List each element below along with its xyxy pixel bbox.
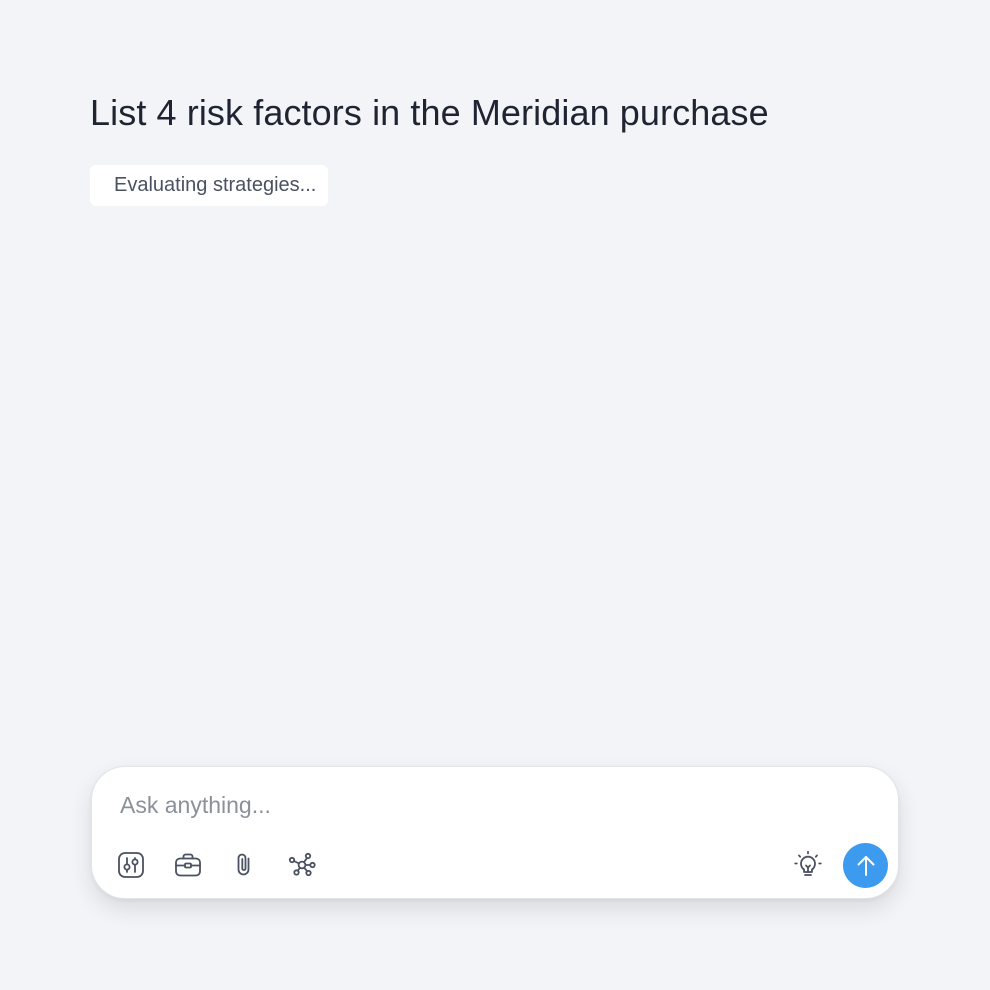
briefcase-button[interactable]: [171, 848, 205, 882]
status-indicator: Evaluating strategies...: [90, 165, 329, 206]
paperclip-icon: [237, 853, 250, 876]
briefcase-icon: [175, 853, 201, 877]
chat-composer: [91, 766, 899, 899]
status-text: Evaluating strategies...: [114, 174, 317, 196]
graph-network-icon: [288, 852, 316, 877]
chat-input[interactable]: [120, 787, 840, 823]
arrow-up-icon: [857, 855, 874, 876]
sliders-icon: [118, 852, 144, 878]
suggestions-button[interactable]: [791, 848, 825, 882]
lightbulb-icon: [794, 850, 822, 876]
connections-button[interactable]: [285, 848, 319, 882]
user-query: List 4 risk factors in the Meridian purc…: [90, 92, 769, 133]
send-button[interactable]: [843, 843, 888, 888]
settings-button[interactable]: [114, 848, 148, 882]
attach-button[interactable]: [228, 848, 262, 882]
